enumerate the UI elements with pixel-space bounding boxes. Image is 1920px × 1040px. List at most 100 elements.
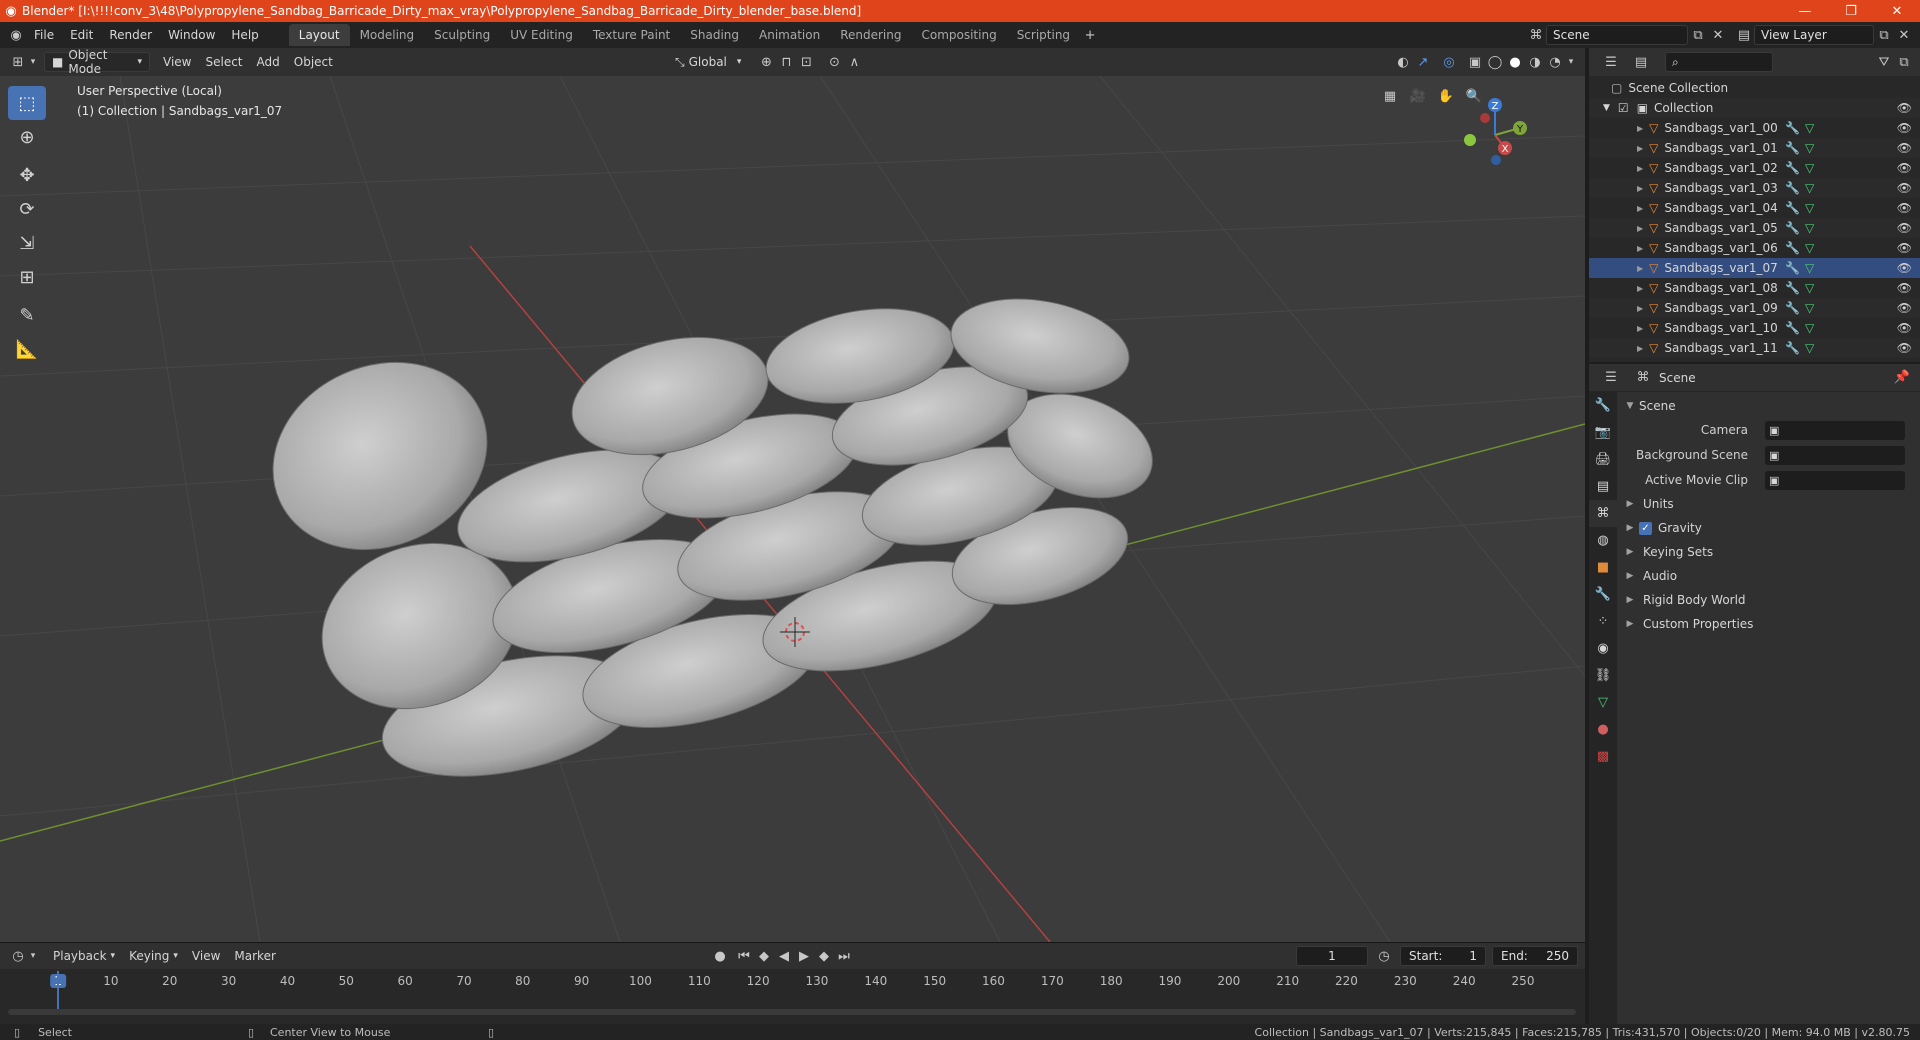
tab-shading[interactable]: Shading	[680, 24, 749, 46]
modifier-icon[interactable]: 🔧	[1785, 241, 1800, 255]
tab-animation[interactable]: Animation	[749, 24, 830, 46]
modifiers-tab-icon[interactable]: 🔧	[1589, 581, 1617, 608]
modifier-icon[interactable]: 🔧	[1785, 301, 1800, 315]
outliner-item-sandbags-var1-09[interactable]: ▶ ▽ Sandbags_var1_09 🔧 ▽ 👁	[1589, 298, 1920, 318]
modifier-icon[interactable]: 🔧	[1785, 141, 1800, 155]
overlay-toggle-icon[interactable]: ◎	[1439, 52, 1459, 72]
scene-selector[interactable]: Scene	[1546, 25, 1688, 45]
outliner-item-sandbags-var1-08[interactable]: ▶ ▽ Sandbags_var1_08 🔧 ▽ 👁	[1589, 278, 1920, 298]
menu-keying[interactable]: Keying ▾	[122, 946, 185, 966]
new-scene-icon[interactable]: ⧉	[1688, 25, 1708, 45]
eye-icon[interactable]: 👁	[1897, 241, 1912, 255]
menu-help[interactable]: Help	[223, 22, 266, 48]
mesh-data-icon[interactable]: ▽	[1805, 241, 1814, 255]
mesh-data-icon[interactable]: ▽	[1805, 281, 1814, 295]
xray-toggle-icon[interactable]: ▣	[1465, 52, 1485, 72]
outliner-search-input[interactable]: ⌕	[1665, 52, 1773, 72]
modifier-icon[interactable]: 🔧	[1785, 181, 1800, 195]
modifier-icon[interactable]: 🔧	[1785, 161, 1800, 175]
select-box-tool-icon[interactable]: ⬚	[8, 86, 46, 120]
close-button[interactable]: ✕	[1874, 0, 1920, 22]
view-layer-tab-icon[interactable]: ▤	[1589, 473, 1617, 500]
view-layer-icon[interactable]: ▤	[1734, 25, 1754, 45]
outliner-item-sandbags-var1-01[interactable]: ▶ ▽ Sandbags_var1_01 🔧 ▽ 👁	[1589, 138, 1920, 158]
outliner-item-sandbags-var1-00[interactable]: ▶ ▽ Sandbags_var1_00 🔧 ▽ 👁	[1589, 118, 1920, 138]
output-tab-icon[interactable]: 🖨	[1589, 446, 1617, 473]
scene-icon[interactable]: ⌘	[1526, 25, 1546, 45]
menu-marker[interactable]: Marker	[227, 946, 282, 966]
transform-tool-icon[interactable]: ⊞	[8, 260, 46, 294]
gizmo-toggle-icon[interactable]: ↗	[1413, 52, 1433, 72]
chevron-right-icon[interactable]: ▶	[1637, 344, 1643, 353]
panel-custom-properties[interactable]: ▶ Custom Properties	[1617, 612, 1920, 636]
menu-object[interactable]: Object	[287, 52, 340, 72]
measure-tool-icon[interactable]: 📐	[8, 332, 46, 366]
mesh-data-icon[interactable]: ▽	[1805, 261, 1814, 275]
blender-menu-icon[interactable]: ◉	[6, 25, 26, 45]
tab-modeling[interactable]: Modeling	[350, 24, 425, 46]
chevron-right-icon[interactable]: ▶	[1637, 324, 1643, 333]
next-keyframe-icon[interactable]: ◆	[814, 946, 834, 966]
prev-keyframe-icon[interactable]: ◆	[754, 946, 774, 966]
mesh-data-icon[interactable]: ▽	[1805, 161, 1814, 175]
playhead[interactable]	[57, 971, 59, 1011]
eye-icon[interactable]: 👁	[1897, 121, 1912, 135]
delete-view-layer-icon[interactable]: ✕	[1894, 25, 1914, 45]
delete-scene-icon[interactable]: ✕	[1708, 25, 1728, 45]
panel-audio[interactable]: ▶ Audio	[1617, 564, 1920, 588]
material-tab-icon[interactable]: ●	[1589, 716, 1617, 743]
menu-edit[interactable]: Edit	[62, 22, 101, 48]
chevron-right-icon[interactable]: ▶	[1637, 184, 1643, 193]
modifier-icon[interactable]: 🔧	[1785, 201, 1800, 215]
camera-field[interactable]: ▣	[1765, 420, 1905, 440]
orientation-selector[interactable]: ⤡ Global ▾	[668, 52, 748, 72]
outliner-item-sandbags-var1-06[interactable]: ▶ ▽ Sandbags_var1_06 🔧 ▽ 👁	[1589, 238, 1920, 258]
active-movie-clip-field[interactable]: ▣	[1765, 470, 1905, 490]
panel-gravity[interactable]: ▶ ✓ Gravity	[1617, 516, 1920, 540]
checkbox-checked-icon[interactable]: ✓	[1639, 521, 1652, 535]
outliner-item-sandbags-var1-02[interactable]: ▶ ▽ Sandbags_var1_02 🔧 ▽ 👁	[1589, 158, 1920, 178]
eye-icon[interactable]: 👁	[1897, 161, 1912, 175]
modifier-icon[interactable]: 🔧	[1785, 261, 1800, 275]
start-frame-field[interactable]: Start: 1	[1400, 946, 1486, 966]
texture-tab-icon[interactable]: ▩	[1589, 743, 1617, 770]
physics-tab-icon[interactable]: ◉	[1589, 635, 1617, 662]
panel-units[interactable]: ▶ Units	[1617, 492, 1920, 516]
preview-range-icon[interactable]: ◷	[1374, 946, 1394, 966]
modifier-icon[interactable]: 🔧	[1785, 321, 1800, 335]
move-tool-icon[interactable]: ✥	[8, 158, 46, 192]
chevron-down-icon[interactable]: ▾	[1565, 52, 1577, 72]
tab-uv-editing[interactable]: UV Editing	[500, 24, 583, 46]
jump-start-icon[interactable]: ⏮	[734, 946, 754, 966]
mesh-data-icon[interactable]: ▽	[1805, 201, 1814, 215]
editor-type-icon[interactable]: ⊞	[8, 52, 28, 72]
eye-icon[interactable]: 👁	[1897, 181, 1912, 195]
current-frame-field[interactable]: 1	[1296, 946, 1368, 966]
tab-scripting[interactable]: Scripting	[1007, 24, 1080, 46]
outliner-item-sandbags-var1-05[interactable]: ▶ ▽ Sandbags_var1_05 🔧 ▽ 👁	[1589, 218, 1920, 238]
new-view-layer-icon[interactable]: ⧉	[1874, 25, 1894, 45]
mesh-data-icon[interactable]: ▽	[1805, 141, 1814, 155]
outliner-item-sandbags-var1-03[interactable]: ▶ ▽ Sandbags_var1_03 🔧 ▽ 👁	[1589, 178, 1920, 198]
data-tab-icon[interactable]: ▽	[1589, 689, 1617, 716]
outliner-collection[interactable]: ▼ ☑ ▣ Collection 👁	[1589, 98, 1920, 118]
eye-icon[interactable]: 👁	[1897, 321, 1912, 335]
checkbox-icon[interactable]: ☑	[1618, 101, 1629, 115]
grid-view-icon[interactable]: ▦	[1380, 86, 1400, 106]
outliner-scene-collection[interactable]: ▢ Scene Collection	[1589, 78, 1920, 98]
mesh-data-icon[interactable]: ▽	[1805, 321, 1814, 335]
add-workspace-icon[interactable]: +	[1080, 25, 1100, 45]
material-shading-icon[interactable]: ◑	[1525, 52, 1545, 72]
mode-selector[interactable]: ■ Object Mode ▾	[44, 48, 150, 76]
timeline-editor-type-icon[interactable]: ◷	[8, 946, 28, 966]
snap-target-icon[interactable]: ⊡	[796, 52, 816, 72]
annotate-tool-icon[interactable]: ✎	[8, 298, 46, 332]
minimize-button[interactable]: —	[1782, 0, 1828, 22]
scene-tab-icon[interactable]: ⌘	[1589, 500, 1617, 527]
tool-tab-icon[interactable]: 🔧	[1589, 392, 1617, 419]
outliner-item-sandbags-var1-07[interactable]: ▶ ▽ Sandbags_var1_07 🔧 ▽ 👁	[1589, 258, 1920, 278]
render-tab-icon[interactable]: 📷	[1589, 419, 1617, 446]
scene-section-header[interactable]: ▼ Scene	[1617, 394, 1920, 418]
menu-add[interactable]: Add	[250, 52, 287, 72]
solid-shading-icon[interactable]: ●	[1505, 52, 1525, 72]
